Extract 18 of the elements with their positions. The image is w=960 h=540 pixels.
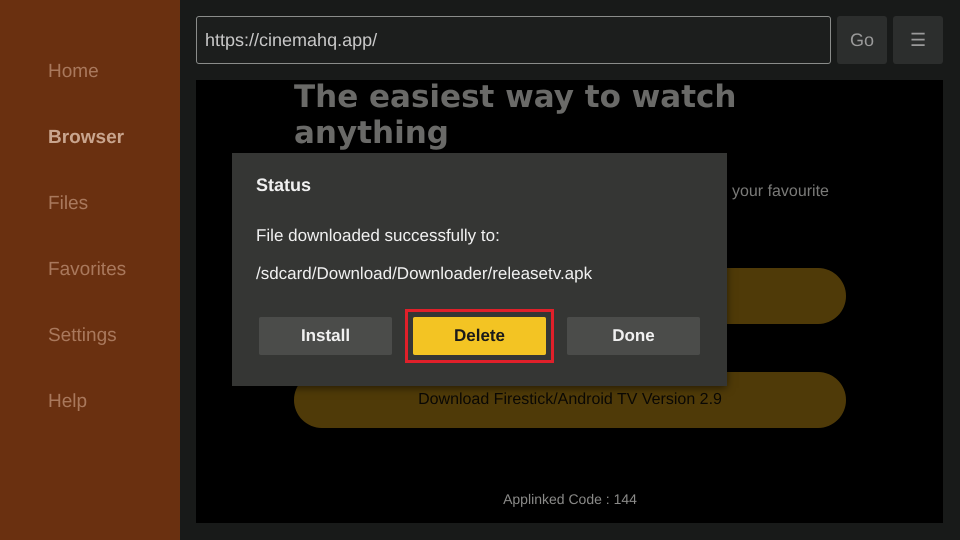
sidebar-item[interactable]: Help — [0, 388, 180, 416]
tagline: your favourite — [732, 183, 829, 201]
dialog-button[interactable]: Delete — [413, 317, 546, 355]
url-field[interactable]: https://cinemahq.app/ — [196, 16, 831, 64]
menu-button[interactable]: ☰ — [893, 16, 943, 64]
dialog-title: Status — [256, 175, 312, 196]
dialog-button[interactable]: Done — [567, 317, 700, 355]
headline: The easiest way to watch anything — [294, 80, 738, 151]
sidebar-item[interactable]: Files — [0, 190, 180, 218]
go-button[interactable]: Go — [837, 16, 887, 64]
file-path: /sdcard/Download/Downloader/releasetv.apk — [256, 264, 594, 284]
sidebar-item[interactable]: Favorites — [0, 256, 180, 284]
sidebar-item[interactable]: Browser — [0, 124, 180, 152]
sidebar-item[interactable]: Home — [0, 58, 180, 86]
sidebar-item[interactable]: Settings — [0, 322, 180, 350]
applinked-code: Applinked Code : 144 — [502, 491, 638, 507]
dialog-message: File downloaded successfully to: — [256, 226, 501, 246]
dialog-button[interactable]: Install — [259, 317, 392, 355]
